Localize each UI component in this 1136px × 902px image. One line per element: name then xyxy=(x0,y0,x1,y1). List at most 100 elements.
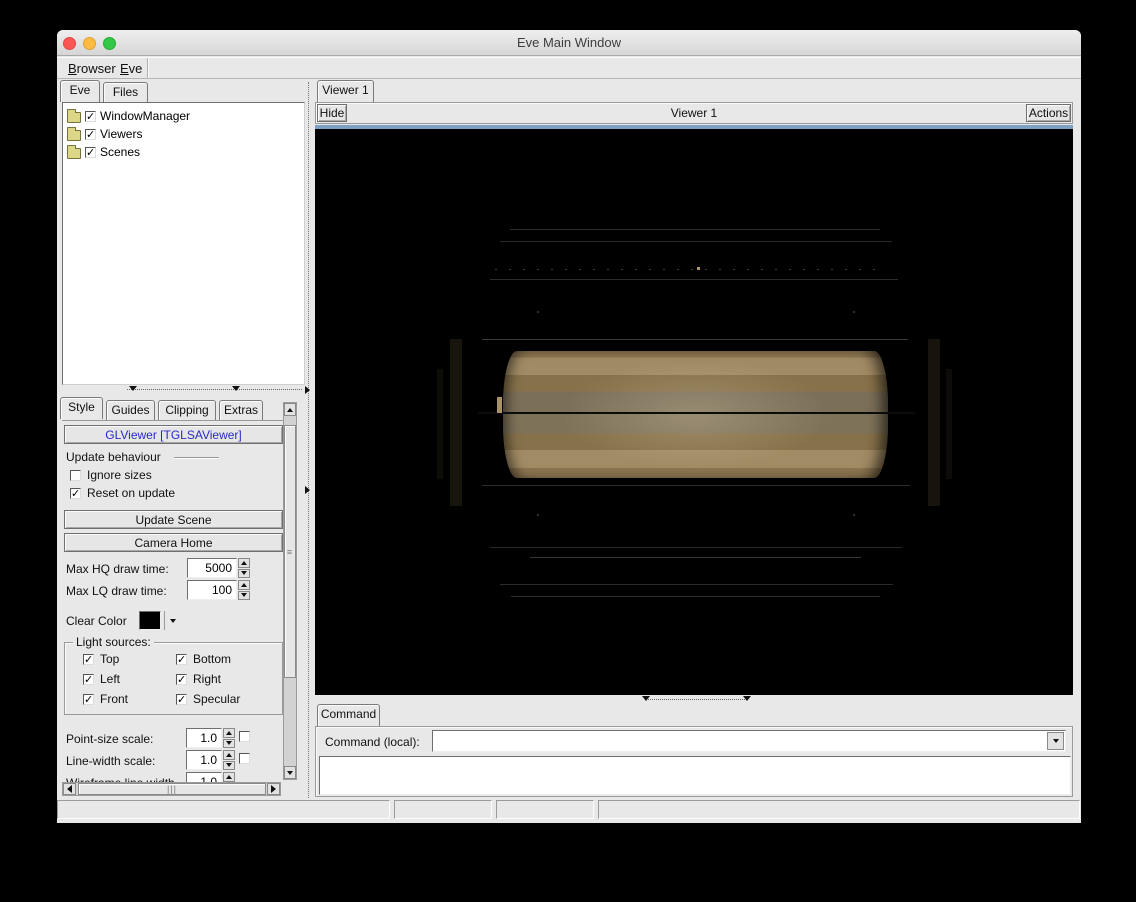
spin-up-icon[interactable] xyxy=(223,728,235,738)
menubar-divider xyxy=(147,58,148,78)
tree-item-label[interactable]: WindowManager xyxy=(100,109,190,123)
tree-item-scenes[interactable]: ✓ Scenes xyxy=(67,143,140,161)
clear-color-dropdown[interactable] xyxy=(164,611,180,630)
light-sources-title: Light sources: xyxy=(73,635,154,649)
line-width-input[interactable]: 1.0 xyxy=(186,750,222,770)
max-lq-input[interactable]: 100 xyxy=(187,580,237,600)
tree-item-label[interactable]: Scenes xyxy=(100,145,140,159)
checkbox[interactable]: ✓ xyxy=(176,693,187,705)
max-lq-stepper[interactable] xyxy=(238,580,250,600)
command-output[interactable] xyxy=(319,756,1071,795)
geometry-line xyxy=(495,269,885,270)
light-bottom: ✓ Bottom xyxy=(176,652,232,666)
point-size-label: Point-size scale: xyxy=(66,732,154,746)
editor-vscrollbar[interactable]: ≡ xyxy=(283,402,297,780)
geometry-dot xyxy=(853,514,855,516)
geometry-line xyxy=(511,596,880,597)
chevron-down-icon xyxy=(169,618,176,623)
viewer-header: Hide Viewer 1 Actions xyxy=(315,102,1073,124)
glviewer-button[interactable]: GLViewer [TGLSAViewer] xyxy=(64,425,283,444)
checkbox[interactable] xyxy=(239,731,250,742)
spin-up-icon[interactable] xyxy=(238,580,250,590)
gl-viewport[interactable] xyxy=(315,129,1073,695)
viewer-title: Viewer 1 xyxy=(670,106,718,120)
checkbox[interactable]: ✓ xyxy=(176,653,187,665)
checkbox[interactable]: ✓ xyxy=(85,128,96,140)
checkbox[interactable] xyxy=(70,469,81,481)
checkbox[interactable]: ✓ xyxy=(83,693,94,705)
folder-icon xyxy=(67,126,81,141)
eve-tree: ✓ WindowManager ✓ Viewers ✓ Scenes xyxy=(62,102,305,385)
tab-eve[interactable]: Eve xyxy=(60,80,100,102)
checkbox-label: Reset on update xyxy=(87,486,176,500)
menu-browser[interactable]: Browser xyxy=(65,60,119,77)
scroll-down-icon[interactable] xyxy=(284,766,296,779)
checkbox[interactable] xyxy=(239,753,250,764)
scroll-right-icon[interactable] xyxy=(267,783,280,795)
checkbox[interactable]: ✓ xyxy=(85,146,96,158)
tree-editor-splitter[interactable] xyxy=(127,389,302,390)
chevron-down-icon[interactable] xyxy=(642,696,650,701)
scroll-up-icon[interactable] xyxy=(284,403,296,416)
tree-item-label[interactable]: Viewers xyxy=(100,127,142,141)
title-bar[interactable]: Eve Main Window xyxy=(57,30,1081,56)
chevron-right-icon[interactable] xyxy=(305,386,310,394)
scroll-left-icon[interactable] xyxy=(63,783,76,795)
checkbox[interactable]: ✓ xyxy=(83,653,94,665)
chevron-down-icon xyxy=(1052,739,1059,743)
command-input[interactable] xyxy=(432,730,1066,752)
tab-guides[interactable]: Guides xyxy=(106,400,155,420)
max-hq-stepper[interactable] xyxy=(238,558,250,578)
tab-clipping[interactable]: Clipping xyxy=(158,400,216,420)
combo-dropdown-button[interactable] xyxy=(1047,732,1064,750)
spin-down-icon[interactable] xyxy=(223,738,235,748)
spin-down-icon[interactable] xyxy=(223,760,235,770)
chevron-down-icon[interactable] xyxy=(232,386,240,391)
checkbox[interactable]: ✓ xyxy=(70,487,81,499)
point-size-input[interactable]: 1.0 xyxy=(186,728,222,748)
reset-on-update-row: ✓ Reset on update xyxy=(70,486,175,500)
point-size-stepper[interactable] xyxy=(223,728,235,748)
menu-eve[interactable]: Eve xyxy=(117,60,145,77)
line-width-stepper[interactable] xyxy=(223,750,235,770)
update-behaviour-label: Update behaviour xyxy=(66,450,161,464)
camera-home-button[interactable]: Camera Home xyxy=(64,533,283,552)
viewer-command-splitter[interactable] xyxy=(645,699,745,700)
chevron-down-icon[interactable] xyxy=(743,696,751,701)
chevron-down-icon[interactable] xyxy=(129,386,137,391)
panel-splitter[interactable] xyxy=(308,82,309,798)
geometry-dot xyxy=(497,397,502,413)
checkbox[interactable]: ✓ xyxy=(85,110,96,122)
checkbox[interactable]: ✓ xyxy=(176,673,187,685)
checkbox[interactable]: ✓ xyxy=(83,673,94,685)
spin-up-icon[interactable] xyxy=(223,772,235,782)
scroll-thumb[interactable]: ≡ xyxy=(284,425,296,678)
tab-style[interactable]: Style xyxy=(60,397,103,419)
clear-color-swatch[interactable] xyxy=(139,611,161,630)
spin-up-icon[interactable] xyxy=(238,558,250,568)
scroll-thumb[interactable]: ||| xyxy=(78,783,266,795)
spin-down-icon[interactable] xyxy=(238,568,250,578)
tab-command[interactable]: Command xyxy=(317,704,380,726)
wireframe-input[interactable]: 1.0 xyxy=(186,772,222,782)
folder-icon xyxy=(67,108,81,123)
wireframe-stepper[interactable] xyxy=(223,772,235,782)
detector-cylinder xyxy=(503,351,888,478)
geometry-line xyxy=(482,485,910,486)
window-title: Eve Main Window xyxy=(516,35,622,50)
spin-down-icon[interactable] xyxy=(238,590,250,600)
actions-button[interactable]: Actions xyxy=(1026,104,1071,122)
tab-files[interactable]: Files xyxy=(103,82,148,102)
tab-extras[interactable]: Extras xyxy=(219,400,263,420)
tab-viewer-1[interactable]: Viewer 1 xyxy=(317,80,374,102)
spin-up-icon[interactable] xyxy=(223,750,235,760)
geometry-line xyxy=(490,279,898,280)
tree-item-viewers[interactable]: ✓ Viewers xyxy=(67,125,142,143)
tree-item-windowmanager[interactable]: ✓ WindowManager xyxy=(67,107,190,125)
editor-hscrollbar[interactable]: ||| xyxy=(62,782,281,796)
chevron-right-icon[interactable] xyxy=(305,486,310,494)
update-scene-button[interactable]: Update Scene xyxy=(64,510,283,529)
ignore-sizes-row: Ignore sizes xyxy=(70,468,152,482)
max-hq-input[interactable]: 5000 xyxy=(187,558,237,578)
folder-icon xyxy=(67,144,81,159)
